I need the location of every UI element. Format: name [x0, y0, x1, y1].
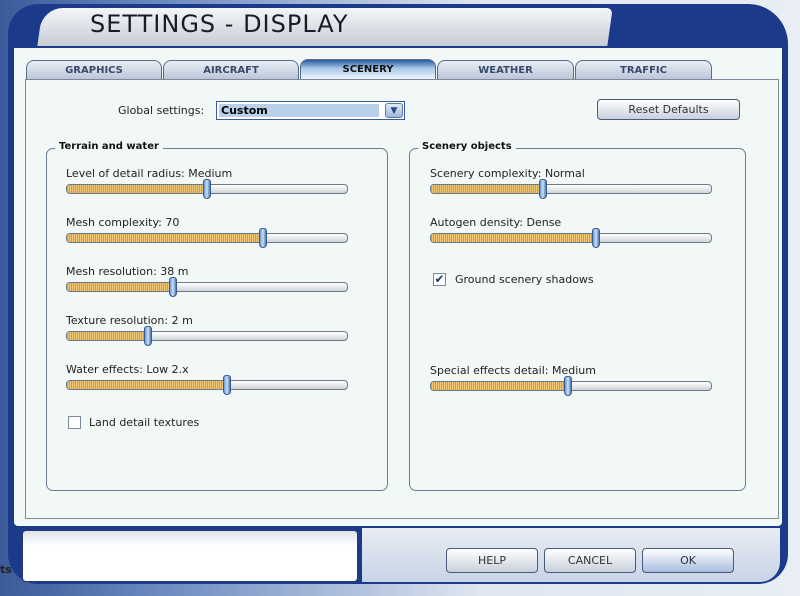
- global-settings-value: Custom: [219, 104, 379, 117]
- slider-thumb[interactable]: [564, 376, 573, 396]
- scenery-group-title: Scenery objects: [418, 141, 516, 152]
- terrain-slider[interactable]: [66, 326, 348, 346]
- slider-fill: [431, 234, 597, 242]
- slider-thumb[interactable]: [222, 375, 231, 395]
- land-detail-textures-checkbox[interactable]: [68, 416, 81, 429]
- terrain-slider-label: Water effects: Low 2.x: [66, 363, 189, 376]
- cancel-button[interactable]: CANCEL: [544, 548, 636, 573]
- tab-scenery[interactable]: SCENERY: [300, 59, 436, 81]
- terrain-slider[interactable]: [66, 277, 348, 297]
- window-title: SETTINGS - DISPLAY: [90, 10, 349, 38]
- slider-fill: [431, 382, 569, 390]
- terrain-slider[interactable]: [66, 375, 348, 395]
- ground-scenery-shadows-label: Ground scenery shadows: [455, 273, 594, 286]
- terrain-slider-label: Mesh complexity: 70: [66, 216, 180, 229]
- background-fragment: ts: [0, 563, 12, 576]
- slider-thumb[interactable]: [539, 179, 547, 199]
- checkmark-icon: ✔: [434, 272, 445, 286]
- scenery-slider-label: Special effects detail: Medium: [430, 364, 596, 377]
- scenery-slider-label: Autogen density: Dense: [430, 216, 562, 229]
- slider-fill: [67, 332, 149, 340]
- terrain-group-title: Terrain and water: [55, 141, 163, 152]
- slider-thumb[interactable]: [592, 228, 601, 248]
- scenery-slider[interactable]: [430, 376, 712, 396]
- terrain-slider-label: Texture resolution: 2 m: [66, 314, 193, 327]
- global-settings-dropdown[interactable]: Custom ▼: [216, 101, 405, 120]
- slider-thumb[interactable]: [259, 228, 267, 248]
- scenery-slider-label: Scenery complexity: Normal: [430, 167, 585, 180]
- ground-scenery-shadows-checkbox[interactable]: ✔: [433, 273, 446, 286]
- tab-aircraft[interactable]: AIRCRAFT: [163, 60, 299, 80]
- tab-traffic[interactable]: TRAFFIC: [575, 60, 712, 80]
- tab-weather[interactable]: WEATHER: [437, 60, 574, 80]
- slider-fill: [67, 283, 174, 291]
- slider-fill: [67, 381, 227, 389]
- scenery-slider[interactable]: [430, 179, 712, 199]
- reset-defaults-button[interactable]: Reset Defaults: [597, 99, 740, 120]
- help-button[interactable]: HELP: [446, 548, 538, 573]
- terrain-slider[interactable]: [66, 179, 348, 199]
- scenery-slider[interactable]: [430, 228, 712, 248]
- ok-button[interactable]: OK: [642, 548, 734, 573]
- slider-fill: [67, 234, 263, 242]
- slider-thumb[interactable]: [144, 326, 153, 346]
- global-settings-label: Global settings:: [118, 104, 205, 117]
- chevron-down-icon[interactable]: ▼: [385, 103, 403, 118]
- scenery-objects-group: Scenery objects: [409, 141, 746, 491]
- tab-graphics[interactable]: GRAPHICS: [26, 60, 162, 80]
- slider-fill: [431, 185, 543, 193]
- terrain-slider-label: Mesh resolution: 38 m: [66, 265, 189, 278]
- terrain-slider[interactable]: [66, 228, 348, 248]
- land-detail-textures-label: Land detail textures: [89, 416, 200, 429]
- slider-thumb[interactable]: [203, 179, 211, 199]
- slider-fill: [67, 185, 207, 193]
- status-area: [22, 530, 358, 582]
- slider-thumb[interactable]: [169, 277, 178, 297]
